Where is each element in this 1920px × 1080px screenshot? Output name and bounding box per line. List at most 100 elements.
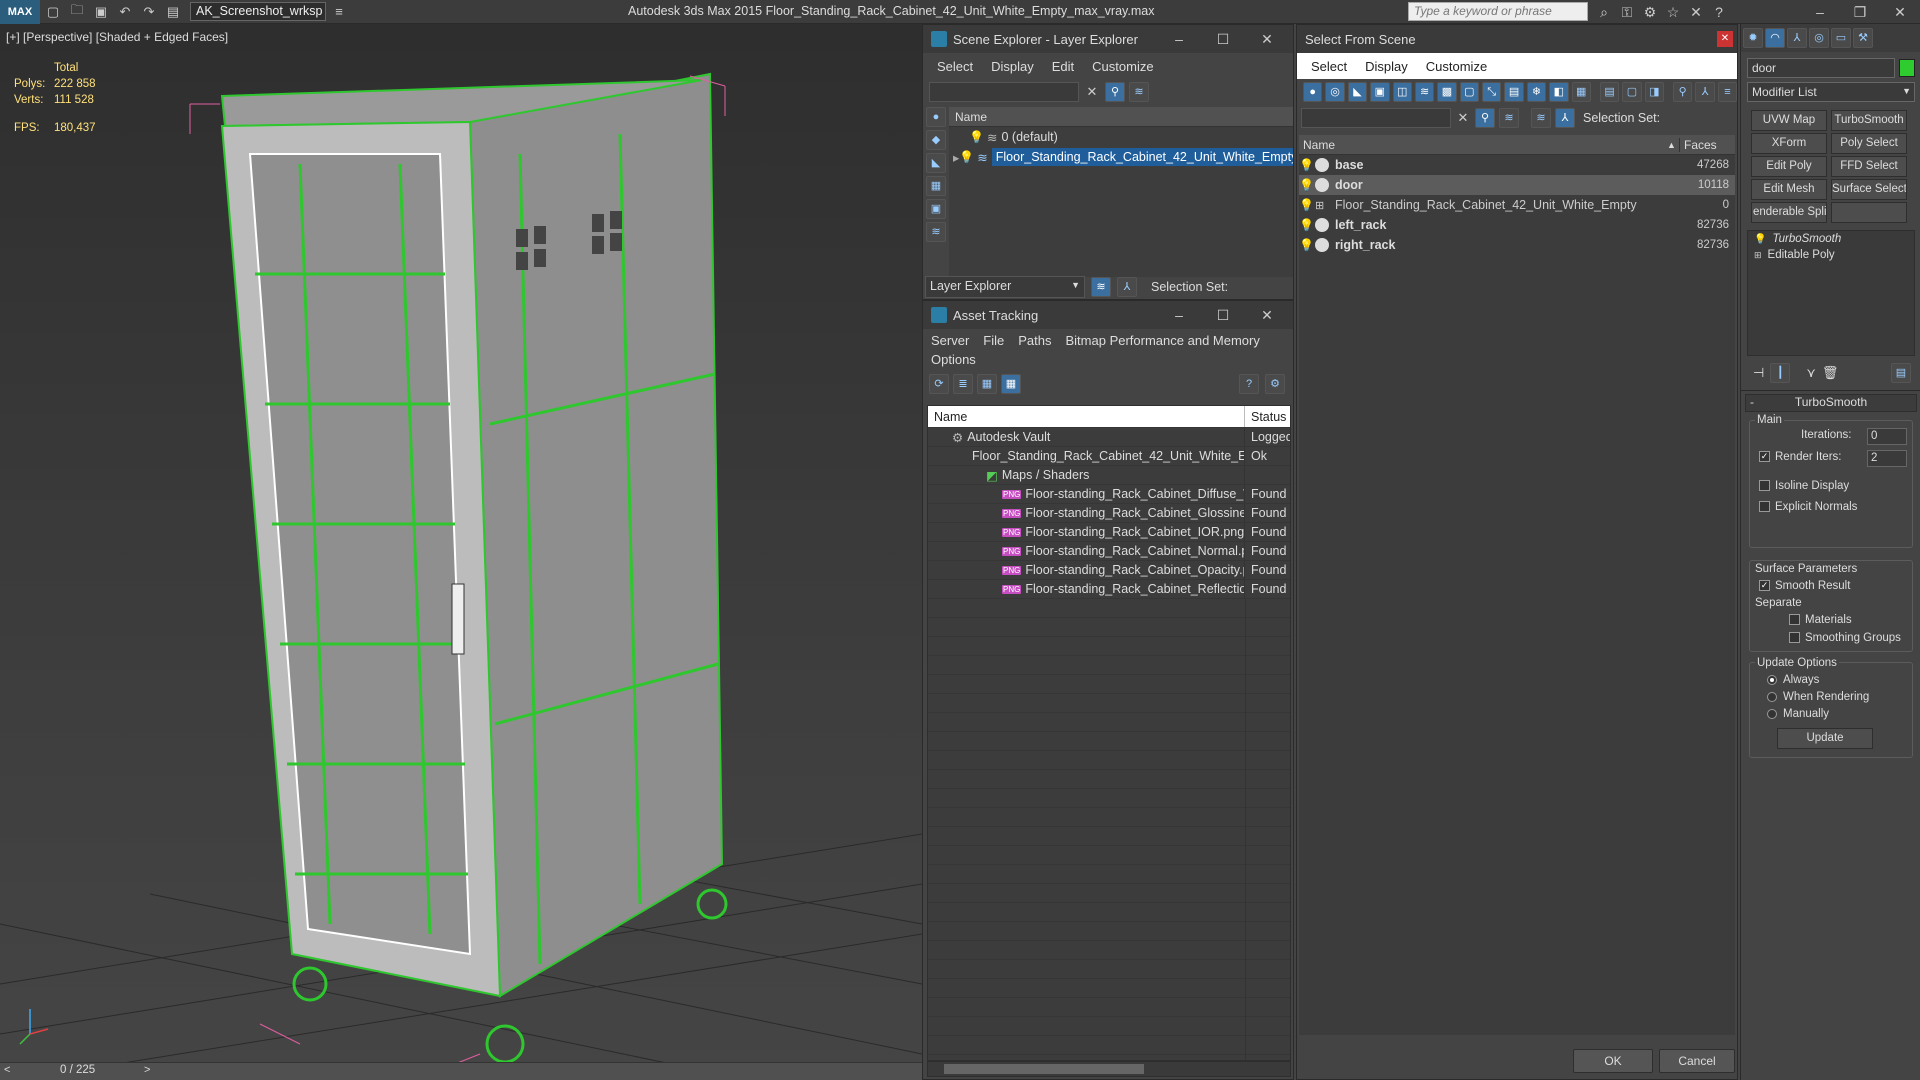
app-logo[interactable]: MAX	[0, 0, 40, 24]
make-unique-icon[interactable]: ⋎	[1806, 365, 1816, 381]
cancel-button[interactable]: Cancel	[1659, 1049, 1735, 1073]
menu-file[interactable]: File	[983, 331, 1004, 350]
object-row-base[interactable]: 💡 base 47268	[1299, 155, 1735, 175]
status-column-header[interactable]: Status	[1245, 406, 1290, 427]
modifier-list-dropdown[interactable]: Modifier List ▼	[1747, 82, 1915, 102]
asset-row[interactable]: PNG Floor-standing_Rack_Cabinet_Normal.pn…	[928, 542, 1290, 561]
asset-row[interactable]: PNG Floor-standing_Rack_Cabinet_Reflectio…	[928, 580, 1290, 599]
thumbnail-view-icon[interactable]: ▦	[977, 374, 997, 394]
menu-select[interactable]: Select	[1311, 59, 1347, 74]
turbosmooth-button[interactable]: TurboSmooth	[1831, 110, 1907, 131]
menu-customize[interactable]: Customize	[1092, 59, 1153, 74]
name-column-header[interactable]: Name	[949, 107, 1293, 127]
new-file-icon[interactable]: ▢	[42, 2, 64, 22]
menu-options[interactable]: Options	[931, 350, 976, 369]
help-icon[interactable]: ?	[1709, 2, 1729, 22]
asset-row[interactable]: PNGFloor-standing_Rack_Cabinet_Glossines…	[928, 504, 1290, 523]
display-helpers-icon[interactable]: ▣	[926, 199, 946, 219]
edit-mesh-button[interactable]: Edit Mesh	[1751, 179, 1827, 200]
display-geometry-icon[interactable]: ●	[926, 107, 946, 127]
asset-row[interactable]: ⚙ Autodesk Vault Logged	[928, 428, 1290, 447]
frozen-filter-icon[interactable]: ❄	[1526, 82, 1547, 102]
turbosmooth-rollout-header[interactable]: - TurboSmooth	[1745, 394, 1917, 412]
asset-row[interactable]: ◩ Maps / Shaders	[928, 466, 1290, 485]
asset-tracking-titlebar[interactable]: Asset Tracking – ☐ ✕	[923, 301, 1293, 329]
undo-icon[interactable]: ↶	[114, 2, 136, 22]
show-end-result-icon[interactable]: ┃	[1770, 363, 1791, 383]
renderable-spline-button[interactable]: enderable Splir	[1751, 202, 1827, 223]
close-icon[interactable]: ✕	[1245, 25, 1289, 53]
list-view-icon[interactable]: ≣	[953, 374, 973, 394]
explorer-type-dropdown[interactable]: Layer Explorer ▼	[925, 276, 1085, 298]
help-icon[interactable]: ?	[1239, 374, 1259, 394]
display-cameras-icon[interactable]: ▦	[926, 176, 946, 196]
light-bulb-icon[interactable]: 💡	[1299, 198, 1314, 212]
select-invert-icon[interactable]: ◨	[1644, 82, 1664, 102]
bones-filter-icon[interactable]: ⤡	[1482, 82, 1502, 102]
iterations-spinner[interactable]: 0	[1867, 428, 1907, 445]
open-file-icon[interactable]: 🗀	[66, 2, 88, 22]
clear-search-icon[interactable]: ✕	[1455, 110, 1471, 126]
render-iters-spinner[interactable]: 2	[1867, 450, 1907, 467]
materials-checkbox[interactable]	[1789, 614, 1800, 626]
display-lights-icon[interactable]: ◣	[926, 153, 946, 173]
display-all-icon[interactable]: ▦	[1571, 82, 1591, 102]
smooth-result-checkbox[interactable]: ✓	[1759, 580, 1770, 592]
workspace-dropdown[interactable]: AK_Screenshot_wrksp	[190, 2, 326, 21]
project-icon[interactable]: ▤	[162, 2, 184, 22]
geometry-filter-icon[interactable]: ●	[1303, 82, 1323, 102]
helpers-filter-icon[interactable]: ◫	[1392, 82, 1412, 102]
cameras-filter-icon[interactable]: ▣	[1370, 82, 1390, 102]
options-icon[interactable]: ≋	[1499, 108, 1519, 128]
redo-icon[interactable]: ↷	[138, 2, 160, 22]
shapes-filter-icon[interactable]: ◎	[1325, 82, 1345, 102]
poly-select-button[interactable]: Poly Select	[1831, 133, 1907, 154]
spacewarps-filter-icon[interactable]: ≋	[1414, 82, 1435, 102]
light-bulb-icon[interactable]: 💡	[969, 130, 984, 144]
light-bulb-icon[interactable]: 💡	[959, 150, 974, 164]
display-shapes-icon[interactable]: ◆	[926, 130, 946, 150]
edit-poly-button[interactable]: Edit Poly	[1751, 156, 1827, 177]
menu-display[interactable]: Display	[1365, 59, 1408, 74]
lights-filter-icon[interactable]: ◣	[1347, 82, 1368, 102]
layer-mode-icon[interactable]: ≋	[1091, 277, 1111, 297]
name-column-header[interactable]: Name	[928, 406, 1245, 427]
sfs-search-input[interactable]	[1301, 108, 1451, 128]
asset-row[interactable]: PNG Floor-standing_Rack_Cabinet_Opacity.p…	[928, 561, 1290, 580]
ok-button[interactable]: OK	[1573, 1049, 1653, 1073]
search-input[interactable]: Type a keyword or phrase	[1408, 2, 1588, 21]
time-slider[interactable]: < 0 / 225 >	[0, 1062, 922, 1080]
update-button[interactable]: Update	[1777, 728, 1873, 749]
pin-stack-icon[interactable]: ⊣	[1753, 365, 1764, 381]
layer-row-rack[interactable]: ▸ 💡 ≋ Floor_Standing_Rack_Cabinet_42_Uni…	[949, 147, 1293, 167]
next-frame-icon[interactable]: >	[144, 1064, 150, 1076]
refresh-icon[interactable]: ⟳	[929, 374, 949, 394]
minimize-icon[interactable]: –	[1157, 25, 1201, 53]
isoline-display-checkbox[interactable]	[1759, 480, 1770, 492]
subscription-icon[interactable]: ⚙	[1640, 2, 1660, 22]
key-icon[interactable]: ⚿	[1617, 2, 1637, 22]
menu-edit[interactable]: Edit	[1052, 59, 1074, 74]
asset-row[interactable]: PNG Floor-standing_Rack_Cabinet_Diffuse_W…	[928, 485, 1290, 504]
menu-select[interactable]: Select	[937, 59, 973, 74]
remove-modifier-icon[interactable]: 🗑	[1822, 365, 1839, 381]
hidden-filter-icon[interactable]: ◧	[1549, 82, 1569, 102]
motion-tab-icon[interactable]: ◎	[1809, 28, 1829, 48]
name-column-header[interactable]: Name	[1299, 138, 1667, 152]
hierarchy-mode-icon[interactable]: ⅄	[1555, 108, 1575, 128]
containers-filter-icon[interactable]: ▤	[1504, 82, 1524, 102]
xrefs-filter-icon[interactable]: ▢	[1459, 82, 1479, 102]
light-bulb-icon[interactable]: 💡	[1299, 238, 1314, 252]
asset-row[interactable]: PNG Floor-standing_Rack_Cabinet_IOR.png F…	[928, 523, 1290, 542]
when-rendering-radio[interactable]	[1767, 691, 1777, 702]
menu-bitmap-performance[interactable]: Bitmap Performance and Memory	[1066, 331, 1260, 350]
sort-up-icon[interactable]: ▲	[1667, 140, 1679, 150]
display-tab-icon[interactable]: ▭	[1831, 28, 1851, 48]
hierarchy-icon[interactable]: ⅄	[1695, 82, 1715, 102]
object-row-root[interactable]: 💡 ⊞ Floor_Standing_Rack_Cabinet_42_Unit_…	[1299, 195, 1735, 215]
clear-search-icon[interactable]: ✕	[1083, 84, 1101, 100]
explicit-normals-checkbox[interactable]	[1759, 501, 1770, 513]
collapse-rollout-icon[interactable]: -	[1750, 395, 1754, 409]
stack-item-editable-poly[interactable]: ⊞ Editable Poly	[1748, 247, 1914, 263]
light-bulb-icon[interactable]: 💡	[1299, 158, 1314, 172]
